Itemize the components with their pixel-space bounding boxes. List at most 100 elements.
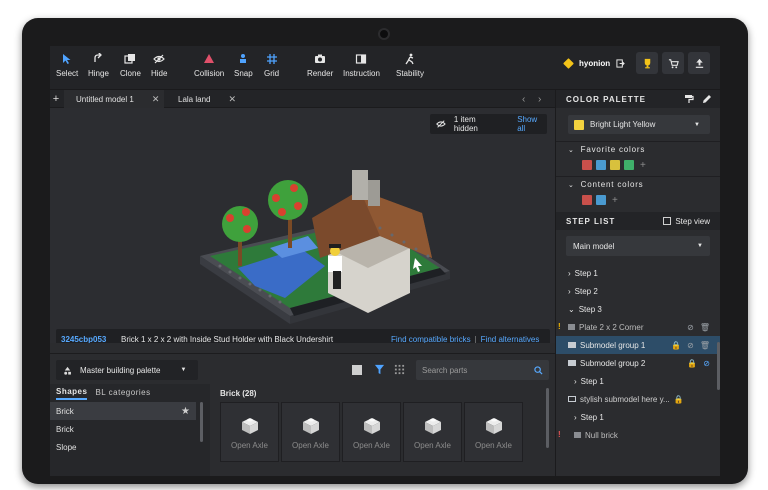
tab-bl-categories[interactable]: BL categories — [95, 388, 150, 399]
part-card[interactable]: Open Axle — [342, 402, 401, 462]
palette-select[interactable]: Master building palette ▼ — [56, 360, 198, 380]
step-row[interactable]: › Step 1 — [556, 408, 720, 426]
paint-roller-icon[interactable] — [684, 94, 694, 104]
lock-icon[interactable]: 🔒 — [671, 341, 681, 350]
close-tab-icon[interactable]: ✕ — [228, 94, 236, 105]
link-separator: | — [474, 334, 477, 344]
chevron-right-icon: › — [568, 268, 571, 278]
new-tab-plus-icon[interactable]: + — [50, 90, 62, 108]
list-item[interactable]: Slope — [50, 438, 196, 456]
hinge-icon — [94, 53, 103, 62]
star-icon[interactable]: ★ — [181, 406, 190, 417]
tool-hinge[interactable]: Hinge — [88, 53, 109, 78]
cart-icon — [668, 58, 679, 68]
group-row[interactable]: Submodel group 2 🔒 ⊘ — [556, 354, 720, 372]
step-view-checkbox[interactable] — [663, 217, 672, 225]
content-colors-header[interactable]: ⌄ Content colors — [556, 176, 720, 192]
step-row[interactable]: ⌄ Step 3 — [556, 300, 720, 318]
filter-icon[interactable] — [374, 364, 385, 375]
color-swatch[interactable] — [596, 160, 606, 170]
group-row[interactable]: Submodel group 1 🔒 ⊘ 🗑 — [556, 336, 720, 354]
part-card[interactable]: Open Axle — [281, 402, 340, 462]
tab-lala-land[interactable]: Lala land ✕ — [168, 90, 238, 108]
right-panel: COLOR PALETTE Bright Light Yellow ▼ ⌄ Fa… — [555, 90, 720, 476]
tool-hide[interactable]: Hide — [151, 53, 167, 78]
list-scrollbar[interactable] — [200, 402, 203, 442]
color-swatch[interactable] — [582, 195, 592, 205]
tool-instruction[interactable]: Instruction — [343, 53, 380, 78]
cart-button[interactable] — [662, 52, 684, 74]
tool-select[interactable]: Select — [56, 53, 78, 78]
user-menu[interactable]: hyonion — [563, 58, 625, 69]
eye-off-icon[interactable]: ⊘ — [703, 359, 710, 368]
color-swatch[interactable] — [596, 195, 606, 205]
eye-off-icon[interactable]: ⊘ — [687, 341, 694, 350]
clone-icon — [124, 54, 136, 64]
step-view-toggle[interactable]: Step view — [663, 217, 710, 226]
part-row[interactable]: ! Plate 2 x 2 Corner ⊘ 🗑 — [556, 318, 720, 336]
color-swatch[interactable] — [624, 160, 634, 170]
list-item[interactable]: Brick — [50, 420, 196, 438]
tool-stability[interactable]: Stability — [396, 53, 424, 78]
3d-viewport[interactable]: 1 item hidden Show all 3245cbp053 Brick … — [50, 108, 555, 343]
brick-thumbnail-icon — [424, 417, 441, 434]
trash-icon[interactable]: 🗑 — [700, 323, 710, 332]
color-swatch[interactable] — [610, 160, 620, 170]
pencil-icon[interactable] — [702, 94, 712, 104]
tool-grid[interactable]: Grid — [264, 53, 279, 78]
color-palette-header: COLOR PALETTE — [556, 90, 720, 108]
search-placeholder: Search parts — [422, 365, 468, 375]
add-color-icon[interactable]: + — [640, 160, 646, 171]
lock-icon[interactable]: 🔒 — [674, 395, 684, 404]
step-row[interactable]: › Step 2 — [556, 282, 720, 300]
tool-render[interactable]: Render — [307, 53, 333, 78]
lock-icon[interactable]: 🔒 — [687, 359, 697, 368]
part-card[interactable]: Open Axle — [464, 402, 523, 462]
trophy-button[interactable] — [636, 52, 658, 74]
find-alternatives-link[interactable]: Find alternatives — [481, 335, 540, 344]
favorite-colors-header[interactable]: ⌄ Favorite colors — [556, 141, 720, 157]
grid-view-icon[interactable] — [394, 364, 405, 375]
part-row[interactable]: ! Null brick — [556, 426, 720, 444]
tab-untitled-model[interactable]: Untitled model 1 ✕ — [64, 90, 164, 108]
step-list-title: STEP LIST — [566, 216, 616, 226]
color-swatch[interactable] — [582, 160, 592, 170]
step-list-scrollbar[interactable] — [717, 342, 720, 390]
favorite-swatches: + — [556, 157, 720, 173]
color-select[interactable]: Bright Light Yellow ▼ — [568, 115, 710, 134]
close-tab-icon[interactable]: ✕ — [152, 94, 160, 105]
show-all-link[interactable]: Show all — [517, 115, 547, 133]
tablet-device: Select Hinge Clone Hide Collision Snap G… — [22, 18, 748, 484]
search-parts-input[interactable]: Search parts — [416, 360, 549, 380]
group-row[interactable]: stylish submodel here y... 🔒 — [556, 390, 720, 408]
add-color-icon[interactable]: + — [612, 195, 618, 206]
tool-clone[interactable]: Clone — [120, 53, 141, 78]
book-icon — [356, 54, 367, 64]
tool-snap[interactable]: Snap — [234, 53, 253, 78]
brick-thumbnail-icon — [485, 417, 502, 434]
shape-category-list: Shapes BL categories Brick ★ Brick Slope — [50, 384, 210, 476]
grid-scrollbar[interactable] — [546, 388, 549, 448]
trash-icon[interactable]: 🗑 — [700, 341, 710, 350]
step-row[interactable]: › Step 1 — [556, 372, 720, 390]
view-square-icon[interactable] — [352, 365, 362, 375]
part-card[interactable]: Open Axle — [403, 402, 462, 462]
tab-shapes[interactable]: Shapes — [56, 387, 88, 400]
upload-button[interactable] — [688, 52, 710, 74]
tool-collision[interactable]: Collision — [194, 53, 224, 78]
chevron-down-icon: ⌄ — [568, 304, 575, 314]
part-card[interactable]: Open Axle — [220, 402, 279, 462]
color-palette-title: COLOR PALETTE — [566, 94, 646, 104]
tab-next-chevron-icon[interactable]: › — [538, 90, 541, 108]
tab-prev-chevron-icon[interactable]: ‹ — [522, 90, 525, 108]
model-select[interactable]: Main model ▼ — [566, 236, 710, 256]
list-item[interactable]: Brick ★ — [50, 402, 196, 420]
parts-subtabs: Shapes BL categories — [50, 384, 210, 402]
eye-off-icon[interactable]: ⊘ — [687, 323, 694, 332]
part-info-bar: 3245cbp053 Brick 1 x 2 x 2 with Inside S… — [56, 329, 550, 343]
eye-off-icon — [153, 54, 166, 64]
step-row[interactable]: › Step 1 — [556, 264, 720, 282]
brick-thumbnail-icon — [241, 417, 258, 434]
find-compatible-link[interactable]: Find compatible bricks — [391, 335, 471, 344]
selected-color-swatch — [574, 119, 584, 130]
